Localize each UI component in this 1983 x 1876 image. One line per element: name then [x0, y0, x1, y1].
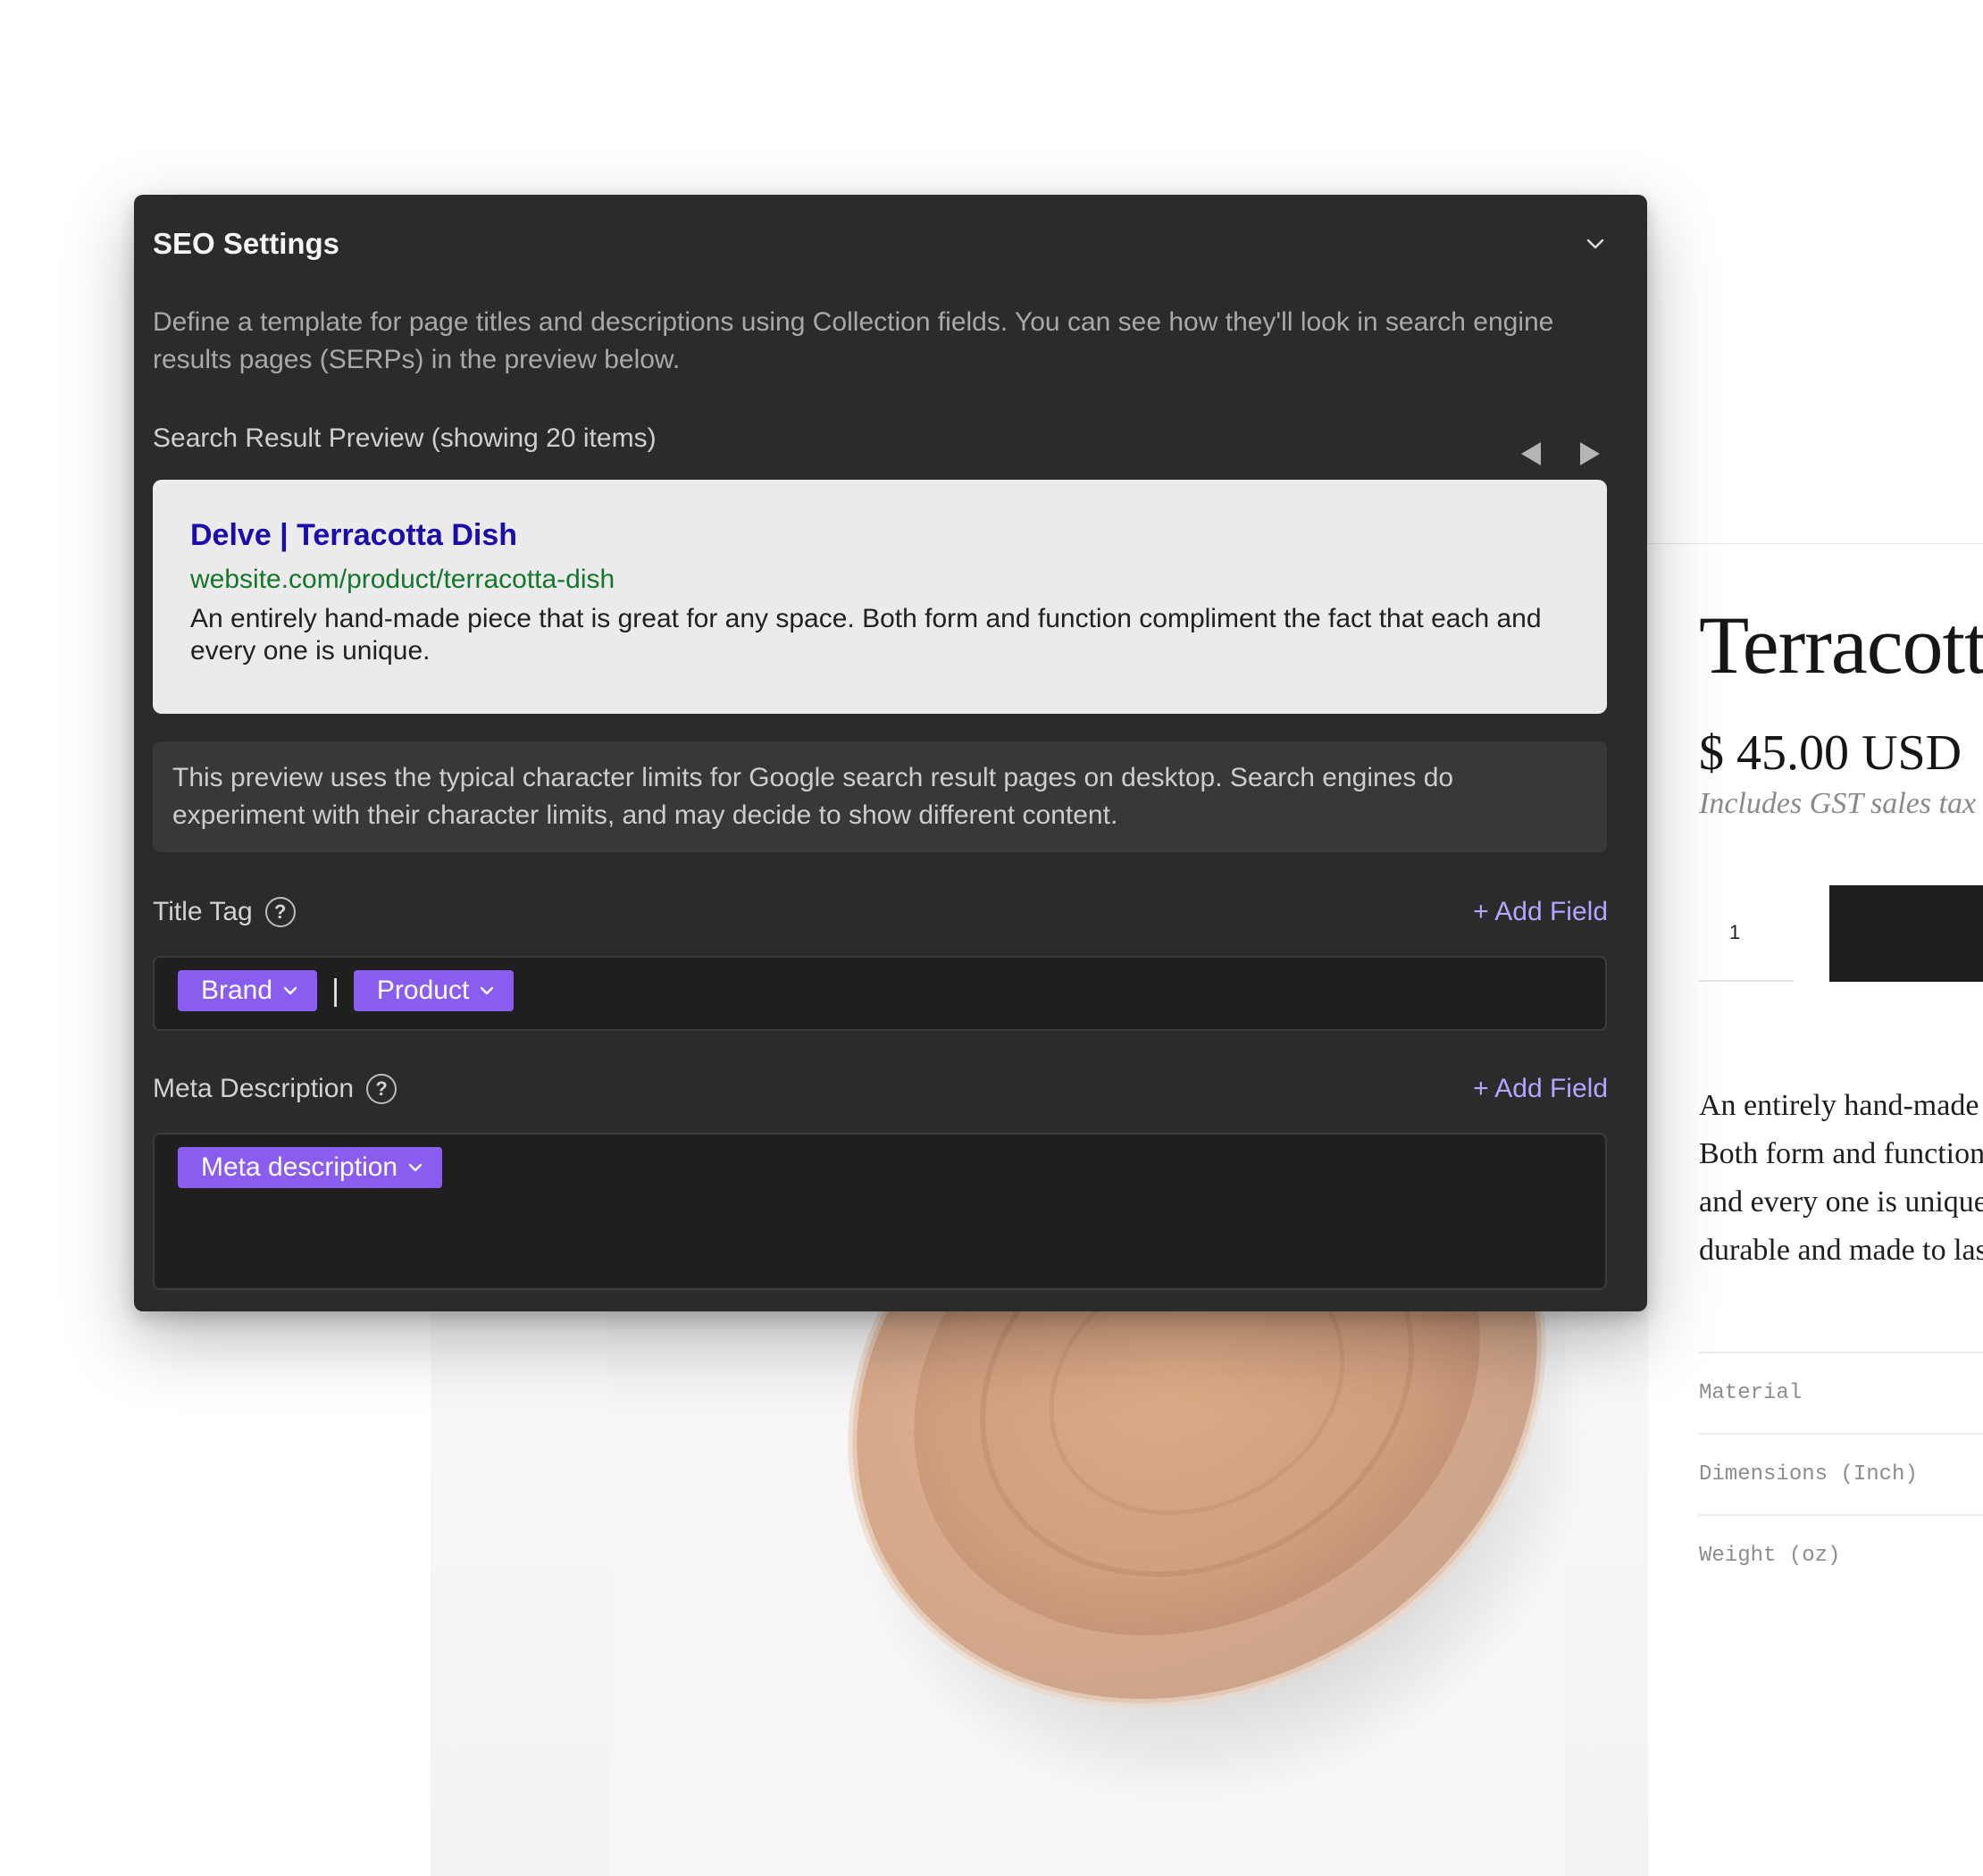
preview-label: Search Result Preview (showing 20 items)	[153, 423, 657, 453]
question-circle-icon[interactable]: ?	[366, 1074, 397, 1104]
token-label: Product	[376, 976, 470, 1005]
product-spec-list: Material Dimensions (Inch) Weight (oz)	[1699, 1352, 1983, 1595]
token-brand[interactable]: Brand	[178, 970, 318, 1011]
meta-description-input[interactable]: Meta description	[153, 1133, 1607, 1290]
product-description-line: Both form and function compliment the fa…	[1699, 1137, 1983, 1170]
preview-notice: This preview uses the typical character …	[153, 741, 1607, 852]
meta-description-label-row: Meta Description ? + Add Field	[153, 1067, 1608, 1111]
token-label: Meta description	[201, 1152, 398, 1182]
triangle-left-icon	[1521, 442, 1541, 465]
chevron-down-icon	[283, 986, 297, 995]
product-description: An entirely hand-made piece that is grea…	[1699, 1082, 1983, 1275]
chevron-down-icon	[408, 1163, 423, 1172]
product-tax-note: Includes GST sales tax	[1699, 787, 1977, 820]
quantity-input[interactable]	[1699, 885, 1794, 982]
token-meta-description[interactable]: Meta description	[178, 1147, 443, 1188]
spec-row-material: Material	[1699, 1352, 1983, 1433]
serp-description: An entirely hand-made piece that is grea…	[190, 604, 1542, 666]
meta-description-label: Meta Description ?	[153, 1074, 397, 1104]
seo-settings-panel: SEO Settings Define a template for page …	[134, 195, 1647, 1311]
serp-url: website.com/product/terracotta-dish	[190, 565, 615, 594]
token-separator: |	[331, 974, 339, 1008]
spec-row-weight: Weight (oz)	[1699, 1514, 1983, 1595]
chevron-down-icon	[481, 986, 494, 995]
product-description-line: durable and made to last.	[1699, 1234, 1983, 1267]
preview-header: Search Result Preview (showing 20 items)	[153, 418, 1608, 490]
question-circle-icon[interactable]: ?	[264, 897, 296, 927]
preview-pager	[1513, 418, 1608, 490]
meta-description-add-field-button[interactable]: + Add Field	[1473, 1074, 1608, 1104]
seo-intro-text: Define a template for page titles and de…	[153, 307, 1554, 374]
product-description-line: and every one is unique. Each piece is	[1699, 1185, 1983, 1219]
chevron-down-icon	[1586, 239, 1604, 249]
product-title: Terracotta Dish	[1699, 599, 1983, 691]
title-tag-add-field-button[interactable]: + Add Field	[1473, 897, 1608, 927]
product-price: $ 45.00 USD	[1699, 725, 1962, 781]
title-tag-input[interactable]: Brand | Product	[153, 956, 1607, 1031]
prev-item-button[interactable]	[1513, 436, 1549, 472]
title-tag-label-text: Title Tag	[153, 897, 253, 926]
quantity-row	[1699, 885, 1983, 982]
triangle-right-icon	[1580, 442, 1600, 465]
spec-row-dimensions: Dimensions (Inch)	[1699, 1433, 1983, 1514]
serp-title: Delve | Terracotta Dish	[190, 518, 518, 552]
next-item-button[interactable]	[1572, 436, 1608, 472]
product-description-line: An entirely hand-made piece that is grea…	[1699, 1089, 1983, 1122]
title-tag-label: Title Tag ?	[153, 897, 296, 927]
product-details-panel: Terracotta Dish $ 45.00 USD Includes GST…	[1648, 543, 1983, 1876]
meta-description-label-text: Meta Description	[153, 1074, 355, 1103]
title-tag-label-row: Title Tag ? + Add Field	[153, 890, 1608, 934]
serp-preview-card: Delve | Terracotta Dish website.com/prod…	[153, 480, 1607, 714]
seo-settings-title: SEO Settings	[153, 227, 340, 260]
add-to-cart-button[interactable]	[1829, 885, 1983, 982]
collapse-button[interactable]	[1579, 228, 1611, 260]
seo-settings-header: SEO Settings	[153, 222, 1611, 266]
token-label: Brand	[201, 976, 273, 1005]
token-product[interactable]: Product	[353, 970, 515, 1011]
